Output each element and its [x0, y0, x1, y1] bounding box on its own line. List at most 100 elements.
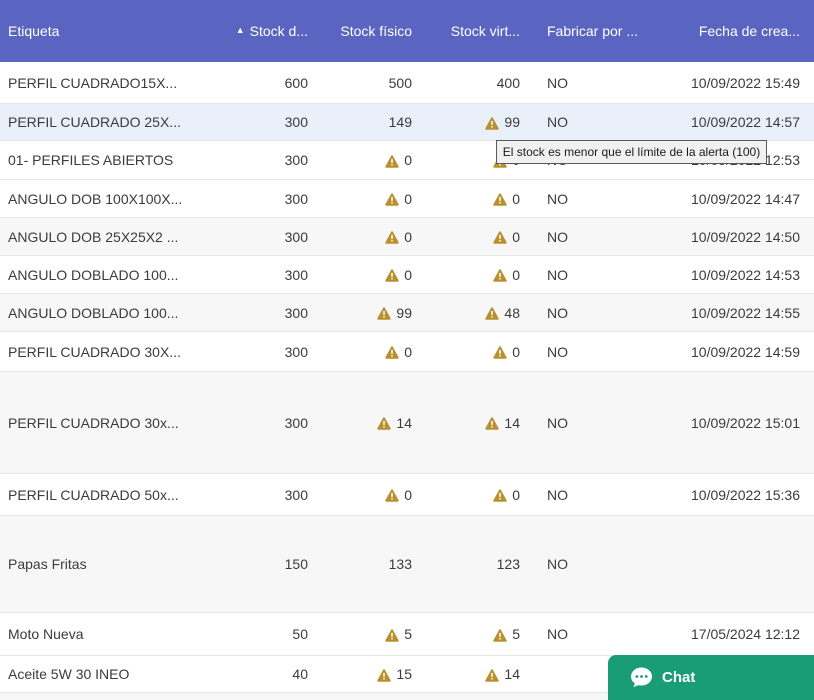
etiqueta-cell: ANGULO DOB 25X25X2 ... — [0, 218, 228, 255]
stock-virtual-cell-value: 0 — [512, 487, 520, 503]
table-row[interactable]: Moto Nueva5055NO17/05/2024 12:12 — [0, 612, 814, 655]
fabricar-por-value: NO — [547, 75, 568, 91]
stock-virtual-cell-value: 400 — [497, 75, 520, 91]
table-row[interactable]: PERFIL CUADRADO 50x...30000NO10/09/2022 … — [0, 473, 814, 515]
fabricar-por-cell: NO — [524, 104, 664, 140]
stock-disponible-cell: 300 — [228, 104, 312, 140]
fecha-creacion-value: 10/09/2022 14:50 — [691, 229, 800, 245]
fecha-creacion-value: 10/09/2022 15:36 — [691, 487, 800, 503]
stock-fisico-cell-value: 15 — [396, 666, 412, 682]
etiqueta-cell: ANGULO DOBLADO 100... — [0, 294, 228, 331]
stock-virtual-cell-value: 48 — [504, 305, 520, 321]
stock-disponible-cell-value: 40 — [292, 666, 308, 682]
table-row[interactable]: PERFIL CUADRADO 25X...30014999NO10/09/20… — [0, 103, 814, 140]
stock-virtual-cell: 0 — [416, 218, 524, 255]
stock-fisico-cell: 0 — [312, 218, 416, 255]
stock-alert-tooltip: El stock es menor que el límite de la al… — [496, 140, 767, 164]
stock-fisico-cell: 0 — [312, 474, 416, 515]
column-header-stock-disponible[interactable]: ▲ Stock d... — [228, 0, 312, 62]
fecha-creacion-cell: 10/09/2022 15:36 — [664, 474, 814, 515]
column-header-fabricar-por[interactable]: Fabricar por ... — [524, 0, 664, 62]
etiqueta-value: PERFIL CUADRADO 50x... — [8, 487, 179, 503]
etiqueta-value: Papas Fritas — [8, 556, 87, 572]
fecha-creacion-cell — [664, 516, 814, 612]
chat-button[interactable]: Chat — [608, 655, 814, 700]
stock-disponible-cell-value: 300 — [285, 415, 308, 431]
warning-icon — [385, 346, 399, 359]
stock-fisico-cell: 0 — [312, 332, 416, 371]
etiqueta-cell: PERFIL CUADRADO15X... — [0, 62, 228, 103]
etiqueta-value: PERFIL CUADRADO15X... — [8, 75, 177, 91]
fecha-creacion-value: 10/09/2022 14:47 — [691, 191, 800, 207]
fecha-creacion-value: 10/09/2022 15:01 — [691, 415, 800, 431]
table-row[interactable]: ANGULO DOB 25X25X2 ...30000NO10/09/2022 … — [0, 217, 814, 255]
fabricar-por-value: NO — [547, 344, 568, 360]
fecha-creacion-value: 10/09/2022 14:57 — [691, 114, 800, 130]
etiqueta-value: PERFIL CUADRADO 30X... — [8, 344, 181, 360]
column-header-fecha-creacion[interactable]: Fecha de crea... — [664, 0, 814, 62]
fabricar-por-value: NO — [547, 626, 568, 642]
stock-fisico-cell: 99 — [312, 294, 416, 331]
stock-disponible-cell-value: 300 — [285, 267, 308, 283]
stock-virtual-cell: 0 — [416, 256, 524, 293]
table-row[interactable]: ANGULO DOB 100X100X...30000NO10/09/2022 … — [0, 179, 814, 217]
fecha-creacion-cell: 10/09/2022 14:55 — [664, 294, 814, 331]
stock-virtual-cell-value: 0 — [512, 267, 520, 283]
stock-disponible-cell-value: 300 — [285, 152, 308, 168]
etiqueta-value: ANGULO DOB 25X25X2 ... — [8, 229, 178, 245]
table-row[interactable]: Papas Fritas150133123NO — [0, 515, 814, 612]
stock-virtual-cell: 0 — [416, 180, 524, 217]
fabricar-por-value: NO — [547, 191, 568, 207]
etiqueta-cell: Aceite 5W 30 INEO — [0, 656, 228, 692]
stock-virtual-cell-value: 123 — [497, 556, 520, 572]
stock-disponible-cell: 300 — [228, 474, 312, 515]
warning-icon — [485, 307, 499, 320]
table-row[interactable]: ANGULO DOBLADO 100...30000NO10/09/2022 1… — [0, 255, 814, 293]
stock-fisico-cell: 0 — [312, 180, 416, 217]
stock-fisico-cell-value: 14 — [396, 415, 412, 431]
stock-virtual-cell-value: 99 — [504, 114, 520, 130]
stock-fisico-cell: 15 — [312, 656, 416, 692]
column-header-stock-virtual[interactable]: Stock virt... — [416, 0, 524, 62]
etiqueta-value: PERFIL CUADRADO 25X... — [8, 114, 181, 130]
fabricar-por-cell: NO — [524, 613, 664, 655]
column-header-label: Fecha de crea... — [699, 23, 800, 39]
table-row[interactable]: PERFIL CUADRADO 30x...3001414NO10/09/202… — [0, 371, 814, 473]
table-row[interactable]: ANGULO DOBLADO 100...3009948NO10/09/2022… — [0, 293, 814, 331]
etiqueta-cell: ANGULO DOB 100X100X... — [0, 180, 228, 217]
warning-icon — [385, 155, 399, 168]
stock-fisico-cell-value: 500 — [389, 75, 412, 91]
etiqueta-value: Moto Nueva — [8, 626, 83, 642]
fabricar-por-cell: NO — [524, 180, 664, 217]
etiqueta-cell: Papas Fritas — [0, 516, 228, 612]
table-row[interactable]: PERFIL CUADRADO 30X...30000NO10/09/2022 … — [0, 331, 814, 371]
column-header-stock-fisico[interactable]: Stock físico — [312, 0, 416, 62]
stock-disponible-cell-value: 300 — [285, 305, 308, 321]
fecha-creacion-value: 17/05/2024 12:12 — [691, 626, 800, 642]
etiqueta-cell: 01- PERFILES ABIERTOS — [0, 141, 228, 179]
column-header-label: Fabricar por ... — [547, 23, 638, 39]
fabricar-por-value: NO — [547, 556, 568, 572]
etiqueta-cell: PERFIL CUADRADO 25X... — [0, 104, 228, 140]
stock-virtual-cell: 400 — [416, 62, 524, 103]
stock-fisico-cell: 14 — [312, 372, 416, 473]
warning-icon — [485, 669, 499, 682]
warning-icon — [377, 307, 391, 320]
fecha-creacion-cell: 10/09/2022 14:57 — [664, 104, 814, 140]
column-header-etiqueta[interactable]: Etiqueta — [0, 0, 228, 62]
stock-virtual-cell: 5 — [416, 613, 524, 655]
fabricar-por-value: NO — [547, 487, 568, 503]
fecha-creacion-cell: 10/09/2022 15:49 — [664, 62, 814, 103]
stock-disponible-cell: 300 — [228, 294, 312, 331]
fecha-creacion-cell: 10/09/2022 14:59 — [664, 332, 814, 371]
stock-fisico-cell: 0 — [312, 256, 416, 293]
etiqueta-value: ANGULO DOB 100X100X... — [8, 191, 182, 207]
fecha-creacion-value: 10/09/2022 14:59 — [691, 344, 800, 360]
fabricar-por-cell: NO — [524, 372, 664, 473]
stock-disponible-cell: 300 — [228, 372, 312, 473]
stock-virtual-cell-value: 0 — [512, 191, 520, 207]
stock-disponible-cell: 300 — [228, 256, 312, 293]
warning-icon — [493, 489, 507, 502]
table-row[interactable]: PERFIL CUADRADO15X...600500400NO10/09/20… — [0, 62, 814, 103]
stock-disponible-cell: 300 — [228, 180, 312, 217]
